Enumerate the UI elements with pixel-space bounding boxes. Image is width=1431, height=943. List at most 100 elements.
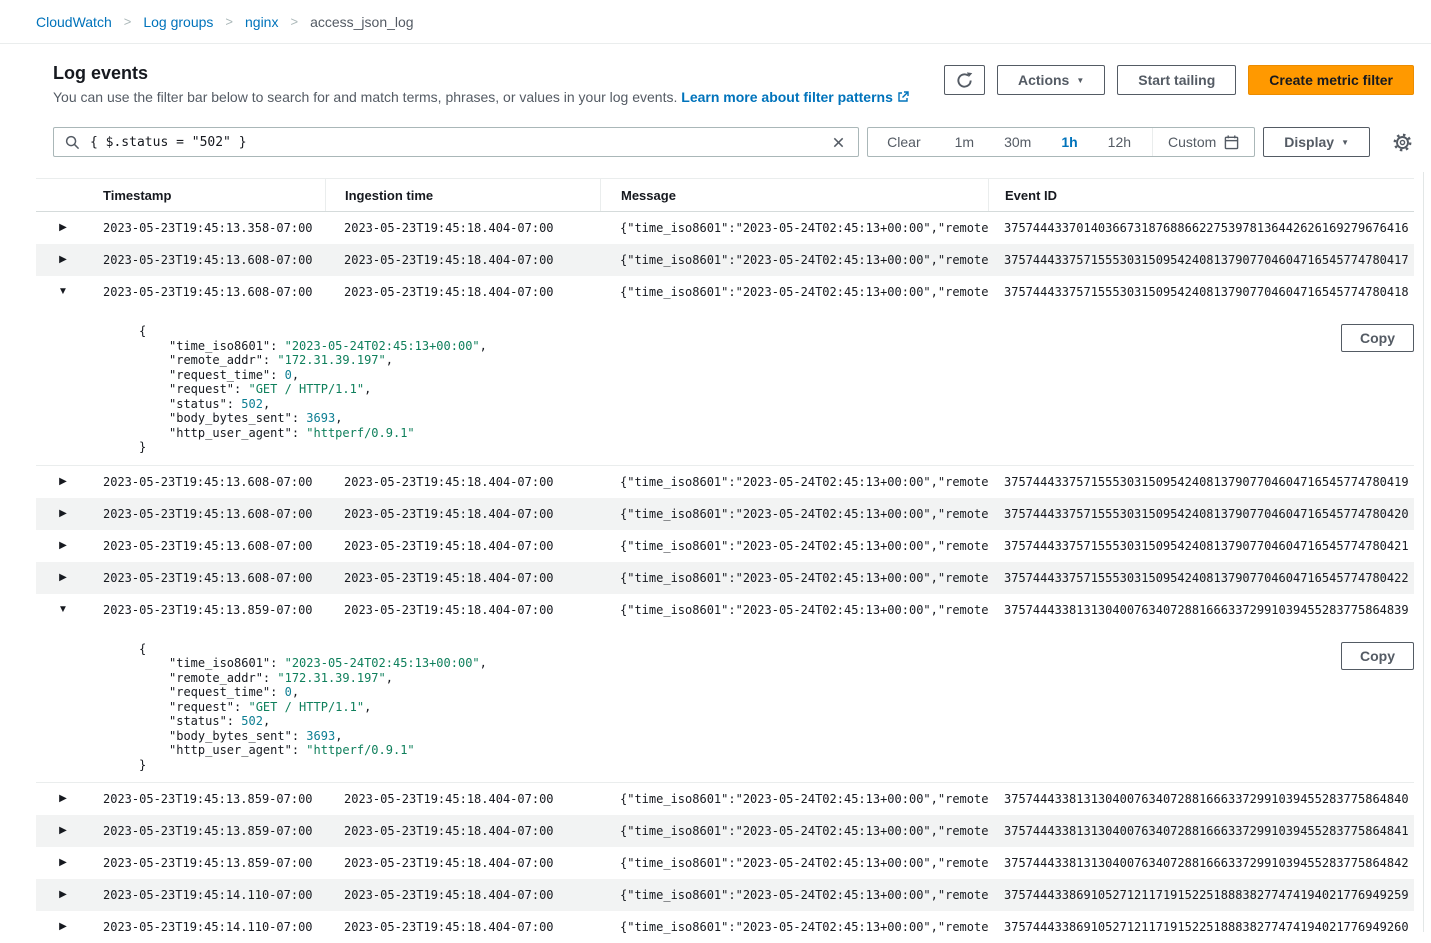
display-button[interactable]: Display ▼ [1263,127,1370,157]
cell-timestamp: 2023-05-23T19:45:13.859-07:00 [103,602,313,617]
cell-timestamp: 2023-05-23T19:45:13.859-07:00 [103,824,313,838]
cell-ingestion-time: 2023-05-23T19:45:18.404-07:00 [344,824,554,838]
clear-time-range-button[interactable]: Clear [868,128,939,156]
learn-more-link[interactable]: Learn more about filter patterns [681,89,893,105]
cell-timestamp: 2023-05-23T19:45:13.608-07:00 [103,506,313,521]
cell-ingestion-time: 2023-05-23T19:45:18.404-07:00 [344,221,554,235]
log-row: ▶ 2023-05-23T19:45:13.859-07:00 2023-05-… [36,847,1414,879]
cell-timestamp: 2023-05-23T19:45:14.110-07:00 [103,888,313,902]
breadcrumb-nginx[interactable]: nginx [245,14,278,30]
cell-timestamp: 2023-05-23T19:45:13.358-07:00 [103,221,313,235]
range-12h[interactable]: 12h [1093,128,1146,156]
cell-message: {"time_iso8601":"2023-05-24T02:45:13+00:… [620,602,988,617]
expand-toggle[interactable]: ▶ [53,221,73,235]
cell-ingestion-time: 2023-05-23T19:45:18.404-07:00 [344,253,554,267]
gear-icon [1393,133,1412,152]
display-button-label: Display [1284,134,1335,150]
cell-ingestion-time: 2023-05-23T19:45:18.404-07:00 [344,888,554,902]
expand-toggle[interactable]: ▶ [53,507,73,521]
chevron-down-icon: ▼ [1076,76,1085,85]
copy-button[interactable]: Copy [1341,324,1414,352]
page-description-text: You can use the filter bar below to sear… [53,89,678,105]
json-lines: {"time_iso8601": "2023-05-24T02:45:13+00… [139,641,487,772]
log-table-header: Timestamp Ingestion time Message Event I… [36,178,1414,212]
cell-ingestion-time: 2023-05-23T19:45:18.404-07:00 [344,285,554,299]
page-description: You can use the filter bar below to sear… [53,89,909,106]
cell-event-id: 3757444337571555303150954240813790770460… [1004,253,1409,267]
breadcrumb-cloudwatch[interactable]: CloudWatch [36,14,112,30]
page-header-text: Log events You can use the filter bar be… [53,62,909,106]
scroll-track-line [1423,172,1424,932]
cell-message: {"time_iso8601":"2023-05-24T02:45:13+00:… [620,538,988,553]
actions-button-label: Actions [1018,72,1070,88]
cell-message: {"time_iso8601":"2023-05-24T02:45:13+00:… [620,888,988,902]
page-title: Log events [53,63,149,83]
cell-event-id: 3757444338691052712117191522518883827747… [1004,888,1409,902]
header-actions: Actions ▼ Start tailing Create metric fi… [944,65,1414,95]
range-1m[interactable]: 1m [940,128,989,156]
cell-timestamp: 2023-05-23T19:45:13.608-07:00 [103,285,313,299]
log-row: ▶ 2023-05-23T19:45:13.608-07:00 2023-05-… [36,465,1414,498]
expand-toggle[interactable]: ▶ [53,792,73,806]
cell-ingestion-time: 2023-05-23T19:45:18.404-07:00 [344,506,554,521]
cell-timestamp: 2023-05-23T19:45:13.859-07:00 [103,856,313,870]
log-row: ▶ 2023-05-23T19:45:13.859-07:00 2023-05-… [36,815,1414,847]
search-icon [65,135,80,150]
breadcrumb-separator-icon: > [290,14,299,29]
cell-message: {"time_iso8601":"2023-05-24T02:45:13+00:… [620,285,988,299]
cell-timestamp: 2023-05-23T19:45:13.608-07:00 [103,253,313,267]
cell-message: {"time_iso8601":"2023-05-24T02:45:13+00:… [620,474,988,489]
breadcrumb-separator-icon: > [225,14,233,29]
expand-toggle[interactable]: ▼ [52,285,74,299]
expand-toggle[interactable]: ▶ [53,475,73,489]
cell-event-id: 3757444338131304007634072881666337299103… [1004,792,1409,806]
range-1h[interactable]: 1h [1046,128,1092,156]
cell-message: {"time_iso8601":"2023-05-24T02:45:13+00:… [620,570,988,585]
cell-event-id: 3757444338131304007634072881666337299103… [1004,602,1409,617]
cell-timestamp: 2023-05-23T19:45:13.608-07:00 [103,474,313,489]
log-row: ▶ 2023-05-23T19:45:13.608-07:00 2023-05-… [36,529,1414,562]
expand-toggle[interactable]: ▼ [52,603,74,617]
refresh-icon [956,71,973,89]
range-30m[interactable]: 30m [989,128,1046,156]
log-table-body: ▶ 2023-05-23T19:45:13.358-07:00 2023-05-… [36,212,1414,943]
expand-toggle[interactable]: ▶ [53,253,73,267]
expand-toggle[interactable]: ▶ [53,539,73,553]
page-header: Log events You can use the filter bar be… [36,62,1414,106]
clear-filter-button[interactable] [830,134,847,151]
cell-event-id: 3757444337571555303150954240813790770460… [1004,506,1409,521]
custom-range-button[interactable]: Custom [1152,128,1254,156]
external-link-icon [897,90,909,106]
copy-button[interactable]: Copy [1341,641,1414,670]
cell-ingestion-time: 2023-05-23T19:45:18.404-07:00 [344,570,554,585]
cell-timestamp: 2023-05-23T19:45:13.859-07:00 [103,792,313,806]
log-events-panel: Log events You can use the filter bar be… [0,44,1431,943]
column-header-ingestion-time: Ingestion time [325,179,600,211]
start-tailing-button[interactable]: Start tailing [1117,65,1237,95]
column-header-message: Message [600,179,988,211]
cell-ingestion-time: 2023-05-23T19:45:18.404-07:00 [344,538,554,553]
cell-event-id: 3757444338131304007634072881666337299103… [1004,824,1409,838]
column-header-timestamp: Timestamp [103,187,172,203]
refresh-button[interactable] [944,65,985,95]
breadcrumb-separator-icon: > [123,14,132,29]
log-row: ▶ 2023-05-23T19:45:14.110-07:00 2023-05-… [36,911,1414,943]
cell-event-id: 3757444338131304007634072881666337299103… [1004,856,1409,870]
json-lines: {"time_iso8601": "2023-05-24T02:45:13+00… [139,324,487,454]
breadcrumb-log-groups[interactable]: Log groups [143,14,213,30]
expanded-log-detail: {"time_iso8601": "2023-05-24T02:45:13+00… [36,625,1414,783]
expand-toggle[interactable]: ▶ [53,856,73,870]
expand-toggle[interactable]: ▶ [53,888,73,902]
cell-ingestion-time: 2023-05-23T19:45:18.404-07:00 [344,792,554,806]
expand-toggle[interactable]: ▶ [53,571,73,585]
cell-message: {"time_iso8601":"2023-05-24T02:45:13+00:… [620,253,988,267]
column-header-event-id: Event ID [988,179,1414,211]
breadcrumb: CloudWatch > Log groups > nginx > access… [0,0,1431,44]
filter-pattern-input[interactable] [88,133,823,151]
create-metric-filter-button[interactable]: Create metric filter [1248,65,1414,95]
expand-toggle[interactable]: ▶ [53,824,73,838]
cell-message: {"time_iso8601":"2023-05-24T02:45:13+00:… [620,792,988,806]
filter-bar: Clear 1m 30m 1h 12h Custom Display ▼ [36,127,1414,157]
preferences-button[interactable] [1391,131,1414,154]
actions-button[interactable]: Actions ▼ [997,65,1106,95]
